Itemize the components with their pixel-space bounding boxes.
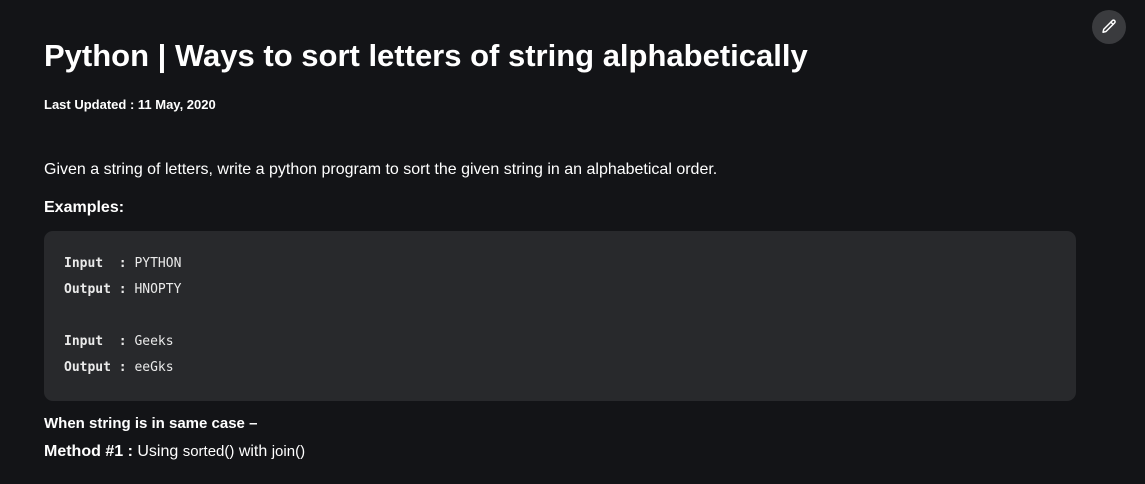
code-value: HNOPTY	[126, 282, 182, 297]
method-1-text-before: Using	[132, 443, 183, 460]
same-case-heading: When string is in same case –	[44, 415, 258, 432]
method-1-code-sorted: sorted()	[182, 443, 235, 460]
method-1-code-join: join()	[271, 443, 306, 460]
code-block: Input : PYTHON Output : HNOPTY Input : Gee…	[44, 231, 1076, 401]
code-line: Output : HNOPTY	[64, 277, 1056, 303]
examples-heading: Examples:	[44, 199, 125, 216]
last-updated: Last Updated : 11 May, 2020	[44, 97, 216, 112]
code-label: Input :	[64, 334, 127, 349]
code-label: Output :	[64, 282, 127, 297]
code-label: Output :	[64, 360, 127, 375]
code-label: Input :	[64, 256, 127, 271]
edit-button[interactable]	[1092, 10, 1126, 44]
code-line: Output : eeGks	[64, 355, 1056, 381]
code-value: PYTHON	[126, 256, 182, 271]
page-title: Python | Ways to sort letters of string …	[44, 38, 808, 73]
method-1-label: Method #1 :	[44, 443, 133, 460]
method-1-line: Method #1 : Using sorted() with join()	[44, 441, 305, 463]
code-value: eeGks	[126, 360, 174, 375]
intro-paragraph: Given a string of letters, write a pytho…	[44, 161, 718, 178]
code-line: Input : PYTHON	[64, 251, 1056, 277]
code-value: Geeks	[126, 334, 174, 349]
code-line: Input : Geeks	[64, 329, 1056, 355]
method-1-text-mid: with	[234, 443, 272, 460]
pencil-icon	[1100, 18, 1118, 36]
